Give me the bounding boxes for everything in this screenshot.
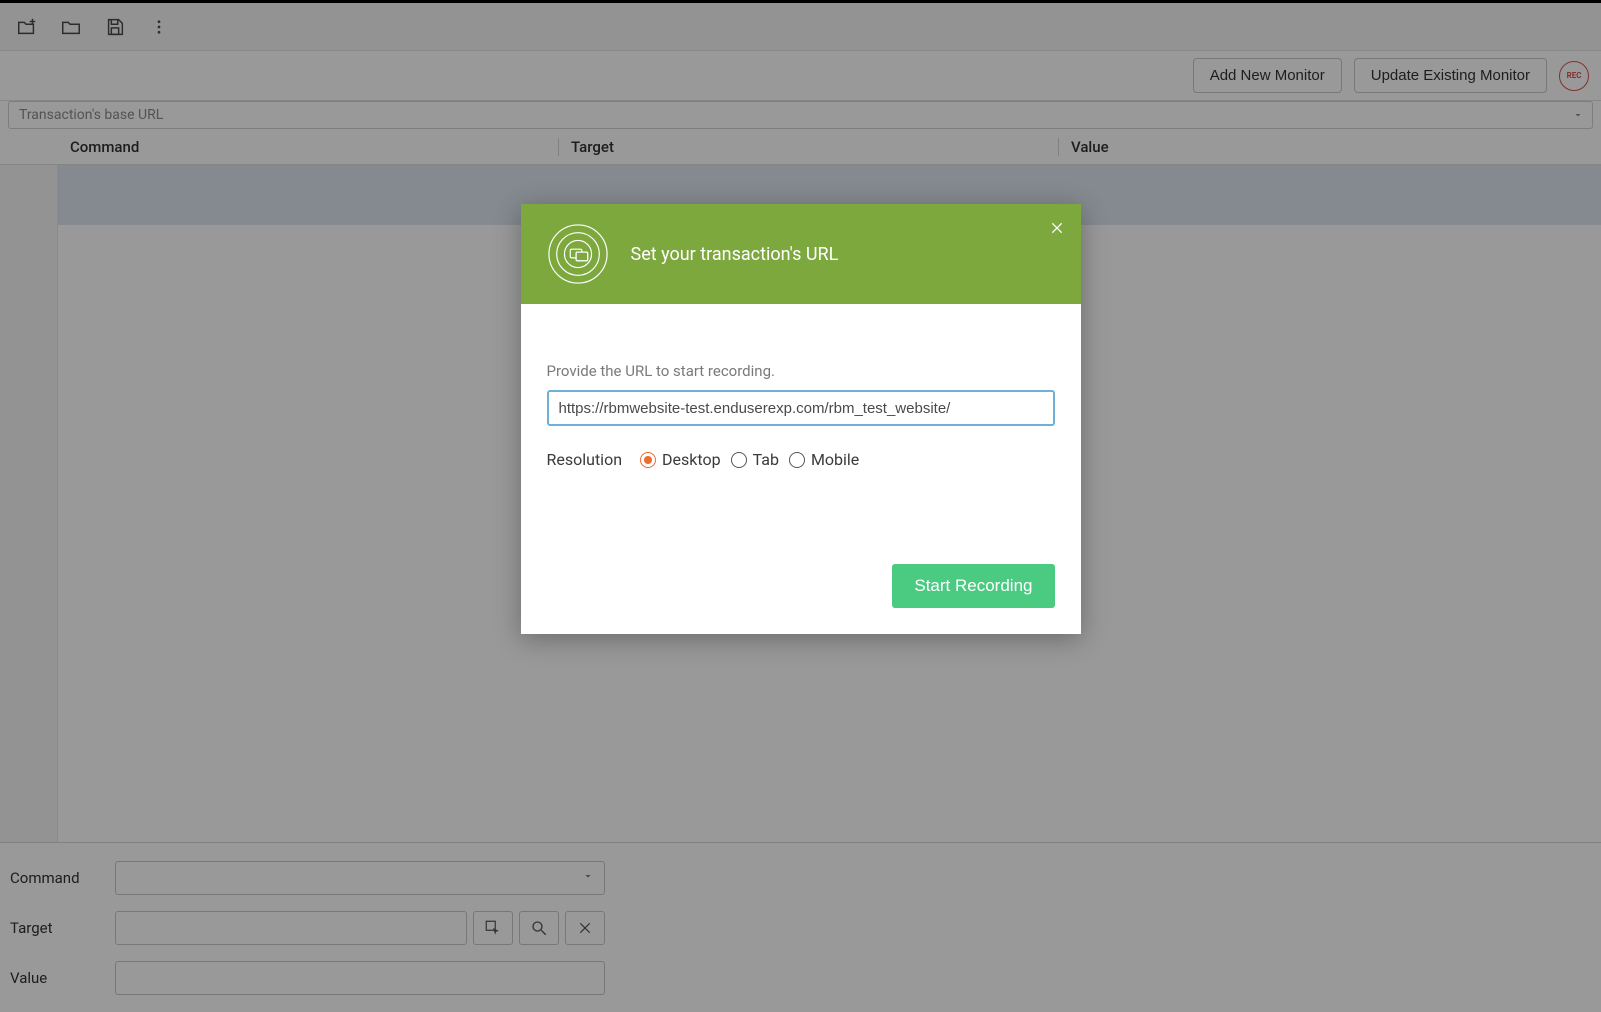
modal-header-icon: [547, 223, 609, 285]
modal-overlay: Set your transaction's URL Provide the U…: [0, 0, 1601, 1012]
transaction-url-modal: Set your transaction's URL Provide the U…: [521, 204, 1081, 634]
radio-icon: [789, 452, 805, 468]
resolution-row: Resolution Desktop Tab Mobile: [547, 450, 1055, 469]
start-recording-button[interactable]: Start Recording: [892, 564, 1054, 608]
modal-header: Set your transaction's URL: [521, 204, 1081, 304]
resolution-mobile-label: Mobile: [811, 450, 859, 469]
resolution-tab-label: Tab: [753, 450, 779, 469]
radio-icon: [640, 452, 656, 468]
transaction-url-input[interactable]: [547, 390, 1055, 426]
resolution-desktop-label: Desktop: [662, 450, 721, 469]
close-icon[interactable]: [1047, 218, 1067, 238]
resolution-desktop-radio[interactable]: Desktop: [640, 450, 721, 469]
resolution-label: Resolution: [547, 450, 623, 469]
resolution-mobile-radio[interactable]: Mobile: [789, 450, 859, 469]
modal-body: Provide the URL to start recording. Reso…: [521, 304, 1081, 634]
modal-title: Set your transaction's URL: [631, 244, 839, 265]
resolution-tab-radio[interactable]: Tab: [731, 450, 779, 469]
modal-prompt: Provide the URL to start recording.: [547, 362, 1055, 380]
radio-icon: [731, 452, 747, 468]
modal-footer: Start Recording: [547, 564, 1055, 608]
